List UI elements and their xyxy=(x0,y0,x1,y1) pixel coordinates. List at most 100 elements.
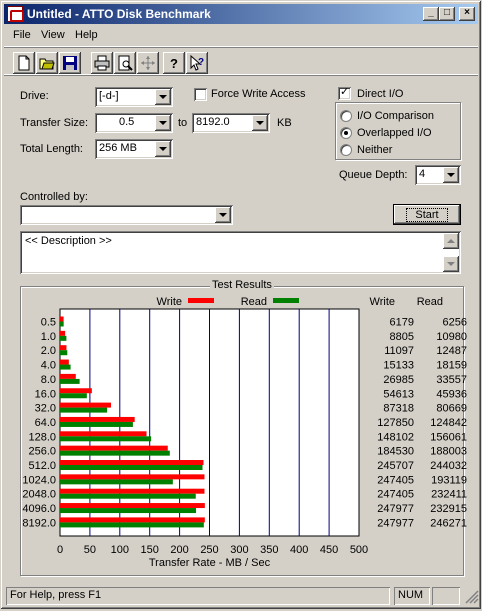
resize-grip-icon[interactable] xyxy=(465,590,479,604)
read-value: 188003 xyxy=(430,446,467,458)
bar-write xyxy=(60,345,67,351)
status-empty-pane xyxy=(432,587,460,605)
x-axis-label: Transfer Rate - MB / Sec xyxy=(149,557,271,569)
bar-write xyxy=(60,474,205,480)
y-tick-label: 1.0 xyxy=(41,331,56,343)
bar-write xyxy=(60,517,205,523)
app-window: Untitled - ATTO Disk Benchmark _ □ × Fil… xyxy=(0,0,482,610)
read-value: 244032 xyxy=(430,460,467,472)
write-value: 245707 xyxy=(377,460,414,472)
y-tick-label: 512.0 xyxy=(28,460,56,472)
bar-write xyxy=(60,330,66,336)
read-value: 33557 xyxy=(436,374,467,386)
x-tick-label: 200 xyxy=(170,544,188,556)
bar-write xyxy=(60,316,64,322)
read-value: 45936 xyxy=(436,388,467,400)
bar-write xyxy=(60,431,147,437)
read-column-header: Read xyxy=(417,296,443,308)
bar-read xyxy=(60,450,170,456)
bar-write xyxy=(60,402,112,408)
bar-read xyxy=(60,522,204,528)
y-tick-label: 1024.0 xyxy=(22,474,56,486)
x-tick-label: 300 xyxy=(230,544,248,556)
write-value: 247977 xyxy=(377,503,414,515)
bar-read xyxy=(60,493,196,499)
read-value: 156061 xyxy=(430,431,467,443)
bar-read xyxy=(60,364,71,370)
bar-write xyxy=(60,445,168,451)
y-tick-label: 8.0 xyxy=(41,374,56,386)
status-bar: For Help, press F1 NUM xyxy=(4,585,480,605)
bar-write xyxy=(60,373,76,379)
status-help-text: For Help, press F1 xyxy=(10,589,102,601)
bar-write xyxy=(60,416,135,422)
x-tick-label: 100 xyxy=(111,544,129,556)
bar-read xyxy=(60,350,68,356)
bar-write xyxy=(60,388,92,394)
status-num: NUM xyxy=(398,589,424,601)
bar-read xyxy=(60,508,197,514)
legend-read-label: Read xyxy=(241,296,267,308)
y-tick-label: 64.0 xyxy=(35,417,56,429)
write-value: 54613 xyxy=(383,388,414,400)
bar-read xyxy=(60,407,108,413)
y-tick-label: 2.0 xyxy=(41,345,56,357)
read-value: 10980 xyxy=(436,331,467,343)
x-tick-label: 150 xyxy=(141,544,159,556)
write-value: 184530 xyxy=(377,446,414,458)
y-tick-label: 128.0 xyxy=(28,431,56,443)
bar-write xyxy=(60,488,205,494)
read-value: 246271 xyxy=(430,517,467,529)
read-value: 232915 xyxy=(430,503,467,515)
results-chart: 0 50 100 150 200 250 300 350 400 450 500 Transfer R… xyxy=(22,296,467,569)
x-tick-label: 0 xyxy=(57,544,63,556)
y-tick-label: 32.0 xyxy=(35,403,56,415)
bar-read xyxy=(60,321,64,327)
read-value: 12487 xyxy=(436,345,467,357)
x-tick-label: 50 xyxy=(84,544,96,556)
write-column-header: Write xyxy=(370,296,395,308)
legend-read-swatch xyxy=(273,298,299,303)
y-tick-label: 0.5 xyxy=(41,317,56,329)
read-value: 124842 xyxy=(430,417,467,429)
read-value: 80669 xyxy=(436,403,467,415)
bar-write xyxy=(60,359,69,365)
bar-read xyxy=(60,465,203,470)
legend-write-swatch xyxy=(188,298,214,303)
read-value: 193119 xyxy=(431,474,467,486)
x-tick-label: 250 xyxy=(200,544,218,556)
bar-read xyxy=(60,393,87,399)
write-value: 247405 xyxy=(377,474,414,486)
y-tick-label: 8192.0 xyxy=(22,517,56,529)
bar-read xyxy=(60,436,152,442)
x-tick-label: 400 xyxy=(290,544,308,556)
y-tick-label: 256.0 xyxy=(28,446,56,458)
write-value: 148102 xyxy=(377,431,414,443)
x-tick-label: 500 xyxy=(350,544,368,556)
read-value: 18159 xyxy=(436,360,467,372)
write-value: 127850 xyxy=(377,417,414,429)
bar-read xyxy=(60,335,67,341)
write-value: 15133 xyxy=(383,360,414,372)
write-value: 8805 xyxy=(390,331,414,343)
bar-read xyxy=(60,378,80,384)
status-num-pane: NUM xyxy=(394,587,430,605)
bar-read xyxy=(60,421,133,427)
read-value: 232411 xyxy=(431,489,467,501)
x-tick-label: 450 xyxy=(320,544,338,556)
x-tick-label: 350 xyxy=(260,544,278,556)
bar-write xyxy=(60,460,204,465)
write-value: 26985 xyxy=(383,374,414,386)
write-value: 11097 xyxy=(384,345,414,357)
write-value: 87318 xyxy=(383,403,414,415)
y-tick-label: 2048.0 xyxy=(22,489,56,501)
legend-write-label: Write xyxy=(157,296,182,308)
y-tick-label: 16.0 xyxy=(35,388,56,400)
bar-write xyxy=(60,503,205,509)
y-tick-label: 4.0 xyxy=(41,360,56,372)
write-value: 247977 xyxy=(377,517,414,529)
write-value: 6179 xyxy=(390,317,414,329)
read-value: 6256 xyxy=(443,317,467,329)
write-value: 247405 xyxy=(377,489,414,501)
status-help-pane: For Help, press F1 xyxy=(6,587,390,605)
